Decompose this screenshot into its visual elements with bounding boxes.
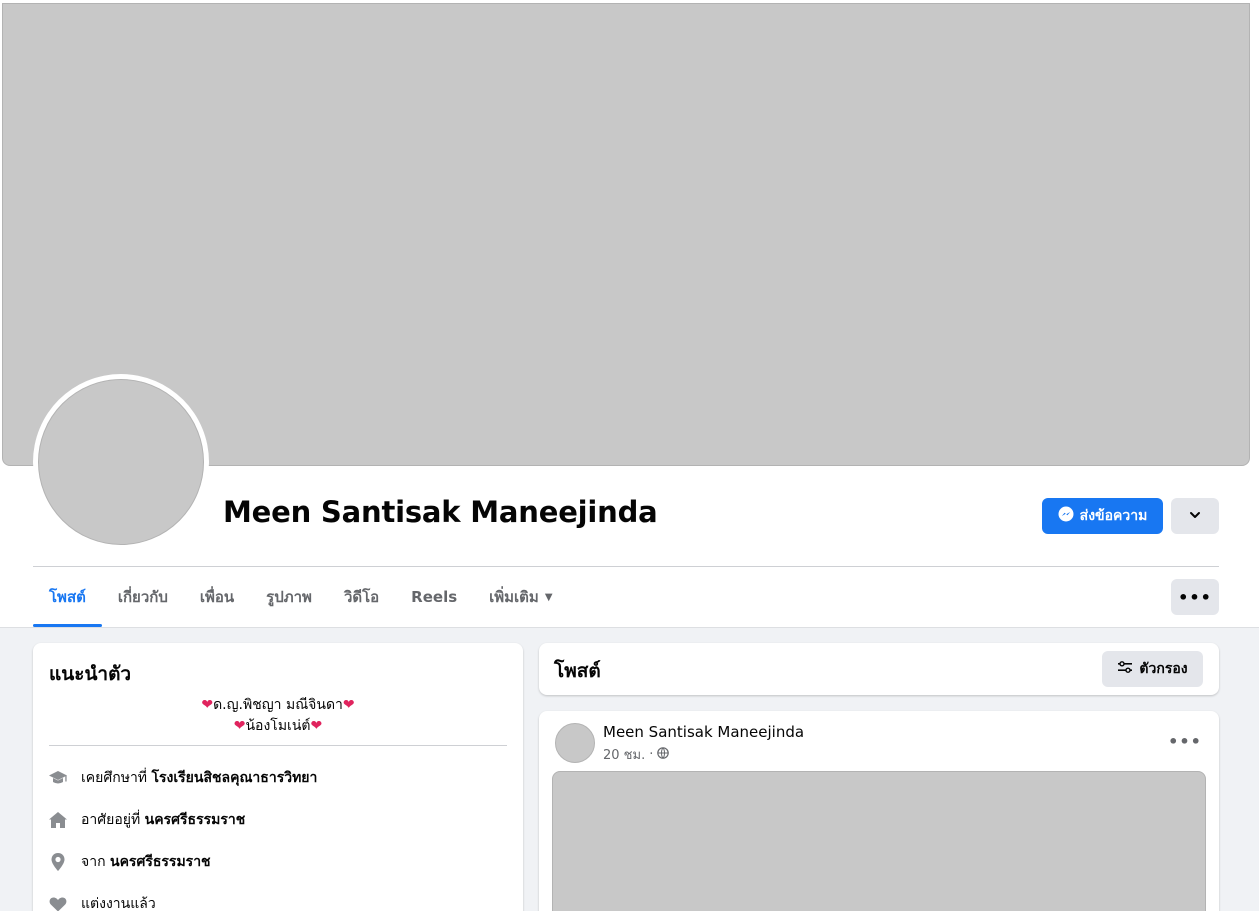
tab-photos[interactable]: รูปภาพ — [250, 567, 328, 627]
filter-sliders-icon — [1117, 659, 1133, 679]
tab-label: Reels — [411, 588, 458, 606]
post-meta: 20 ชม. · — [603, 744, 670, 765]
tab-label: รูปภาพ — [266, 588, 312, 606]
home-icon — [47, 809, 69, 831]
post-card: Meen Santisak Maneejinda 20 ชม. · ••• — [539, 711, 1219, 911]
intro-title: แนะนำตัว — [49, 663, 132, 685]
intro-text: แต่งงานแล้ว — [81, 896, 156, 911]
globe-icon — [657, 746, 670, 763]
post-options-button[interactable]: ••• — [1167, 729, 1203, 753]
intro-prefix: อาศัยอยู่ที่ — [81, 812, 141, 828]
education-icon — [47, 767, 69, 789]
tab-videos[interactable]: วิดีโอ — [328, 567, 395, 627]
heart-icon — [47, 893, 69, 911]
intro-card: แนะนำตัว ❤ด.ญ.พิชญา มณีจินดา❤ ❤น้องโมเน่… — [33, 643, 523, 911]
post-video[interactable] — [552, 771, 1206, 911]
intro-value[interactable]: นครศรีธรรมราช — [145, 812, 246, 828]
cover-photo[interactable] — [2, 3, 1250, 466]
post-author-name[interactable]: Meen Santisak Maneejinda — [603, 723, 804, 741]
intro-from: จาก นครศรีธรรมราช — [47, 851, 211, 873]
intro-prefix: เคยศึกษาที่ — [81, 770, 148, 786]
red-heart-icon: ❤ — [342, 697, 355, 713]
location-pin-icon — [47, 851, 69, 873]
post-author-avatar[interactable] — [555, 723, 595, 763]
tab-label: เพิ่มเติม — [489, 588, 539, 606]
tab-label: เพื่อน — [199, 588, 235, 606]
bio-text: ด.ญ.พิชญา มณีจินดา — [213, 697, 343, 713]
bio-line-2: ❤น้องโมเน่ต์❤ — [49, 716, 507, 737]
filter-label: ตัวกรอง — [1139, 661, 1188, 677]
intro-relationship: แต่งงานแล้ว — [47, 893, 156, 911]
red-heart-icon: ❤ — [201, 697, 214, 713]
tab-reels[interactable]: Reels — [395, 567, 473, 627]
posts-title: โพสต์ — [554, 660, 601, 682]
chevron-down-icon — [1188, 507, 1202, 526]
intro-bio: ❤ด.ญ.พิชญา มณีจินดา❤ ❤น้องโมเน่ต์❤ — [49, 695, 507, 737]
ellipsis-icon: ••• — [1178, 587, 1212, 607]
intro-text: เคยศึกษาที่ โรงเรียนสิชลคุณาธารวิทยา — [81, 767, 317, 789]
tab-more[interactable]: เพิ่มเติม ▼ — [473, 567, 568, 627]
send-message-label: ส่งข้อความ — [1079, 508, 1148, 524]
ellipsis-icon: ••• — [1168, 731, 1202, 751]
profile-tabs: โพสต์ เกี่ยวกับ เพื่อน รูปภาพ วิดีโอ Ree… — [33, 567, 569, 627]
bio-text: น้องโมเน่ต์ — [245, 718, 311, 734]
intro-text: อาศัยอยู่ที่ นครศรีธรรมราช — [81, 809, 245, 831]
intro-text: จาก นครศรีธรรมราช — [81, 851, 211, 873]
send-message-button[interactable]: ส่งข้อความ — [1042, 498, 1163, 534]
profile-avatar[interactable] — [38, 379, 204, 545]
intro-prefix: จาก — [81, 854, 106, 870]
profile-name: Meen Santisak Maneejinda — [223, 495, 658, 529]
tab-label: วิดีโอ — [343, 588, 380, 606]
red-heart-icon: ❤ — [310, 718, 323, 734]
header-bottom-border — [0, 627, 1259, 628]
filter-button[interactable]: ตัวกรอง — [1102, 651, 1203, 687]
tab-label: โพสต์ — [49, 588, 86, 606]
caret-down-icon: ▼ — [544, 591, 553, 603]
tab-posts[interactable]: โพสต์ — [33, 567, 102, 627]
messenger-icon — [1058, 506, 1074, 526]
tab-label: เกี่ยวกับ — [117, 588, 168, 606]
profile-header: Meen Santisak Maneejinda ส่งข้อความ โพสต… — [0, 0, 1259, 628]
intro-lives-in: อาศัยอยู่ที่ นครศรีธรรมราช — [47, 809, 245, 831]
tab-friends[interactable]: เพื่อน — [184, 567, 250, 627]
posts-header-card: โพสต์ ตัวกรอง — [539, 643, 1219, 695]
intro-divider — [49, 745, 507, 746]
post-timestamp[interactable]: 20 ชม. — [603, 744, 645, 765]
bio-line-1: ❤ด.ญ.พิชญา มณีจินดา❤ — [49, 695, 507, 716]
red-heart-icon: ❤ — [233, 718, 246, 734]
tab-about[interactable]: เกี่ยวกับ — [102, 567, 184, 627]
intro-value[interactable]: โรงเรียนสิชลคุณาธารวิทยา — [152, 770, 318, 786]
meta-separator: · — [649, 747, 654, 762]
intro-value[interactable]: นครศรีธรรมราช — [110, 854, 211, 870]
more-options-button[interactable]: ••• — [1171, 579, 1219, 615]
intro-education: เคยศึกษาที่ โรงเรียนสิชลคุณาธารวิทยา — [47, 767, 317, 789]
profile-dropdown-button[interactable] — [1171, 498, 1219, 534]
